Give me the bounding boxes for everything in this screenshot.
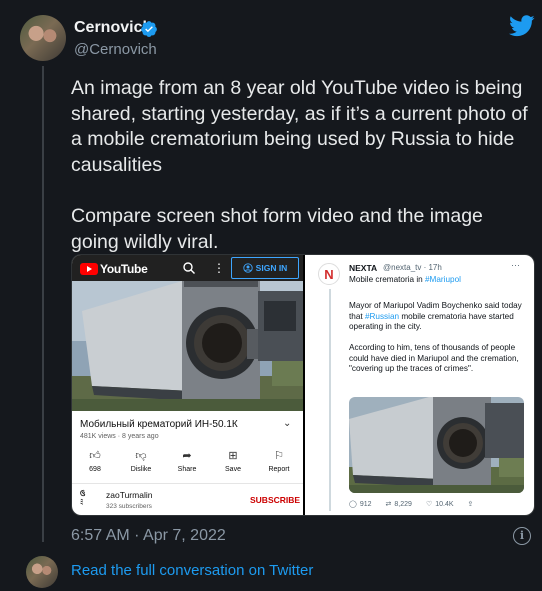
- embedded-tweet-name: NEXTA: [349, 263, 378, 273]
- video-meta: 481K views · 8 years ago: [80, 433, 159, 440]
- subscriber-count: 323 subscribers: [106, 503, 152, 510]
- youtube-screenshot[interactable]: YouTube ⋮ SIGN IN Мобильный крематорий И…: [72, 255, 303, 515]
- share-stat: ⇪: [468, 500, 474, 508]
- embedded-thread-line: [329, 289, 331, 511]
- reply-count: 912: [359, 500, 372, 508]
- sign-in-button: SIGN IN: [231, 257, 299, 279]
- embedded-tweet-body: Mayor of Mariupol Vadim Boychenko said t…: [349, 301, 529, 385]
- author-avatar[interactable]: [20, 15, 66, 61]
- divider: [72, 483, 303, 484]
- report-label: Report: [268, 466, 290, 473]
- embedded-tweet-line1: Mobile crematoria in #Mariupol: [349, 275, 461, 284]
- embedded-tweet-screenshot[interactable]: N NEXTA @nexta_tv · 17h ··· Mobile crema…: [305, 255, 534, 515]
- dislike-action: 👎︎ Dislike: [118, 449, 164, 473]
- retweet-icon: ⇄: [385, 501, 392, 508]
- reply-stat: ◯ 912: [349, 500, 372, 509]
- youtube-header: YouTube ⋮ SIGN IN: [72, 255, 303, 281]
- sign-in-label: SIGN IN: [255, 263, 288, 273]
- report-action: ⚐ Report: [256, 449, 302, 473]
- share-icon: ⇪: [467, 501, 474, 508]
- youtube-video-frame: [72, 281, 303, 411]
- nexta-logo-icon: N: [318, 263, 340, 285]
- reply-avatar[interactable]: [26, 556, 58, 588]
- chevron-down-icon: ⌄: [283, 418, 292, 429]
- verified-badge-icon: [141, 21, 157, 37]
- more-vertical-icon: ⋮: [213, 261, 225, 275]
- channel-logo-icon: ઉﾐ: [80, 491, 86, 506]
- reply-icon: ◯: [349, 501, 357, 508]
- embedded-paragraph-1: Mayor of Mariupol Vadim Boychenko said t…: [349, 301, 529, 333]
- channel-name: zaoTurmalin: [106, 490, 153, 500]
- search-icon: [183, 262, 195, 274]
- user-circle-icon: [243, 263, 253, 273]
- embedded-tweet-photo: [349, 397, 524, 493]
- thumbs-down-icon: 👎︎: [135, 450, 147, 462]
- like-action: 👍︎ 698: [72, 449, 118, 473]
- thread-line: [42, 66, 44, 542]
- like-count: 10.4K: [435, 500, 454, 508]
- heart-icon: ♡: [425, 501, 433, 508]
- like-stat: ♡ 10.4K: [425, 500, 454, 509]
- embedded-paragraph-2: According to him, tens of thousands of p…: [349, 343, 519, 373]
- share-label: Share: [177, 466, 197, 473]
- video-actions: 👍︎ 698 👎︎ Dislike ➦ Share ⊞ Save ⚐ Repor…: [72, 449, 303, 473]
- thumbs-up-icon: 👍︎: [89, 450, 101, 462]
- embedded-tweet-handle: @nexta_tv · 17h: [383, 263, 442, 272]
- info-icon[interactable]: i: [513, 527, 531, 545]
- more-horizontal-icon: ···: [511, 260, 520, 270]
- save-label: Save: [225, 466, 241, 473]
- twitter-logo-icon[interactable]: [509, 15, 535, 37]
- subscribe-button: SUBSCRIBE: [250, 495, 301, 505]
- tweet-paragraph-1: An image from an 8 year old YouTube vide…: [71, 77, 528, 176]
- tweet-card: Cernovich @Cernovich An image from an 8 …: [0, 0, 542, 591]
- read-full-conversation-link[interactable]: Read the full conversation on Twitter: [71, 562, 313, 579]
- tweet-text: An image from an 8 year old YouTube vide…: [71, 76, 533, 281]
- flag-icon: ⚐: [274, 450, 284, 462]
- retweet-count: 8,229: [394, 500, 412, 508]
- youtube-play-icon: [80, 263, 98, 275]
- tweet-paragraph-2: Compare screen shot form video and the i…: [71, 204, 483, 253]
- hashtag-mariupol: #Mariupol: [425, 275, 461, 284]
- save-action: ⊞ Save: [210, 449, 256, 473]
- tweet-timestamp[interactable]: 6:57 AM · Apr 7, 2022: [71, 527, 226, 545]
- share-action: ➦ Share: [164, 449, 210, 473]
- tweet-media[interactable]: YouTube ⋮ SIGN IN Мобильный крематорий И…: [71, 254, 535, 516]
- like-count: 698: [89, 466, 101, 473]
- author-handle[interactable]: @Cernovich: [74, 41, 157, 58]
- line1-text: Mobile crematoria in: [349, 275, 425, 284]
- save-icon: ⊞: [228, 450, 238, 462]
- youtube-logo-text: YouTube: [100, 262, 148, 276]
- video-title: Мобильный крематорий ИН-50.1К: [80, 419, 238, 430]
- dislike-label: Dislike: [130, 466, 152, 473]
- share-icon: ➦: [182, 450, 192, 462]
- youtube-logo: YouTube: [80, 262, 148, 276]
- embedded-tweet-stats: ◯ 912 ⇄ 8,229 ♡ 10.4K ⇪: [349, 500, 474, 509]
- hashtag-russian: #Russian: [364, 311, 400, 321]
- retweet-stat: ⇄ 8,229: [385, 500, 412, 509]
